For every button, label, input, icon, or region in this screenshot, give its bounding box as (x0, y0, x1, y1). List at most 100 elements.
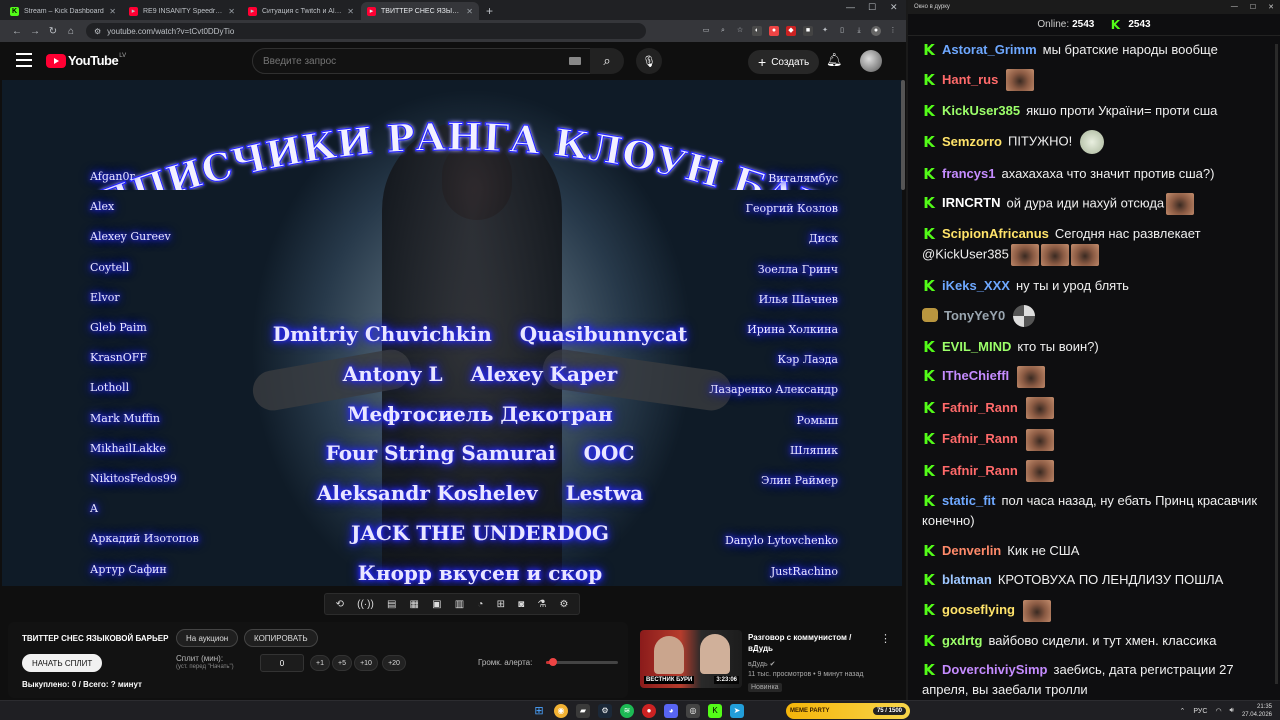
meme-party-widget[interactable]: MEME PARTY 75 / 1500 (786, 703, 910, 719)
add-10-button[interactable]: +10 (354, 655, 378, 671)
chat-username[interactable]: Denverlin (942, 543, 1001, 558)
menu-icon[interactable] (16, 53, 32, 67)
page-scrollbar[interactable] (901, 80, 905, 190)
chat-username[interactable]: Fafnir_Rann (942, 431, 1018, 446)
add-clip-icon[interactable]: ⊞ (497, 599, 505, 610)
tray-chevron-icon[interactable]: ⌃ (1180, 707, 1186, 715)
search-button[interactable]: ⌕ (590, 48, 624, 74)
chat-username[interactable]: static_fit (942, 493, 995, 508)
loop-icon[interactable]: ⟲ (336, 599, 344, 610)
adblock-icon[interactable]: ● (769, 26, 779, 36)
cast-icon[interactable]: ▭ (701, 26, 711, 36)
menu-dots-icon[interactable]: ⋮ (888, 26, 898, 36)
sidebar-icon[interactable]: ▯ (837, 26, 847, 36)
obs-icon[interactable]: ◎ (686, 704, 700, 718)
spotify-icon[interactable]: ≋ (620, 704, 634, 718)
voice-search-button[interactable]: 🎙︎ (636, 48, 662, 74)
recommended-channel[interactable]: вДудь ✔︎ (748, 660, 775, 668)
chat-username[interactable]: Fafnir_Rann (942, 463, 1018, 478)
copy-button[interactable]: КОПИРОВАТЬ (244, 629, 318, 647)
film-icon[interactable]: ▦ (410, 599, 419, 610)
chat-username[interactable]: Hant_rus (942, 72, 998, 87)
kick-app-icon[interactable]: K (708, 704, 722, 718)
camera-list-icon[interactable]: ▤ (387, 599, 396, 610)
split-minutes-input[interactable] (260, 654, 304, 672)
chat-username[interactable]: KickUser385 (942, 103, 1020, 118)
chat-username[interactable]: EVIL_MIND (942, 339, 1011, 354)
extension-counter-icon[interactable]: ■ (803, 26, 813, 36)
settings-icon[interactable]: ⚙ (559, 599, 568, 610)
close-tab-icon[interactable]: ✕ (109, 7, 116, 16)
browser-tab[interactable]: ▸ ТВИТТЕР СНЕС ЯЗЫКОВОЙ БА... ✕ (361, 2, 479, 20)
chat-username[interactable]: Astorat_Grimm (942, 42, 1037, 57)
chat-username[interactable]: ScipionAfricanus (942, 226, 1049, 241)
chat-username[interactable]: Semzorro (942, 134, 1002, 149)
back-icon[interactable]: ← (8, 26, 26, 37)
home-icon[interactable]: ⌂ (62, 26, 80, 37)
avatar[interactable] (860, 50, 882, 72)
close-tab-icon[interactable]: ✕ (228, 7, 235, 16)
chat-username[interactable]: Fafnir_Rann (942, 400, 1018, 415)
explorer-icon[interactable]: ▰ (576, 704, 590, 718)
telegram-icon[interactable]: ➤ (730, 704, 744, 718)
keyboard-icon[interactable] (569, 57, 581, 65)
new-tab-icon[interactable]: + (486, 2, 493, 20)
close-tab-icon[interactable]: ✕ (347, 7, 354, 16)
chat-username[interactable]: DoverchiviySimp (942, 662, 1048, 677)
chat-username[interactable]: IRNCRTN (942, 195, 1001, 210)
chat-username[interactable]: gooseflying (942, 602, 1015, 617)
chat-username[interactable]: blatman (942, 572, 992, 587)
broadcast-icon[interactable]: ((·)) (357, 599, 374, 610)
chat-maximize-icon[interactable]: ☐ (1250, 3, 1256, 11)
more-options-icon[interactable]: ⋮ (880, 632, 891, 645)
start-split-button[interactable]: НАЧАТЬ СПЛИТ (22, 654, 103, 672)
frames-icon[interactable]: ▥ (455, 599, 464, 610)
keyboard-language[interactable]: РУС (1193, 708, 1207, 715)
flask-icon[interactable]: ⚗ (537, 599, 546, 610)
chat-username[interactable]: ITheChieffI (942, 368, 1009, 383)
chat-username[interactable]: gxdrtg (942, 633, 982, 648)
puzzle-icon[interactable]: ✦ (820, 26, 830, 36)
chat-minimize-icon[interactable]: — (1231, 3, 1238, 11)
alert-volume-knob[interactable] (549, 658, 558, 666)
reload-icon[interactable]: ↻ (44, 26, 62, 37)
wifi-icon[interactable]: ◠ (1215, 707, 1221, 715)
chat-username[interactable]: TonyYeY0 (944, 308, 1005, 323)
extension-red-icon[interactable]: ◆ (786, 26, 796, 36)
notifications-bell-icon[interactable]: 🔔︎ (826, 52, 843, 68)
site-info-icon[interactable]: ⚙ (94, 27, 101, 36)
close-window-icon[interactable]: ✕ (890, 2, 898, 13)
add-1-button[interactable]: +1 (310, 655, 330, 671)
video-player[interactable]: ПОДПИСЧИКИ РАНГА КЛОУН БАГГИ Afgan0r Alex… (2, 80, 902, 586)
forward-icon[interactable]: → (26, 26, 44, 37)
steam-icon[interactable]: ⚙ (598, 704, 612, 718)
create-button[interactable]: + Создать (748, 50, 820, 74)
browser-tab[interactable]: ▸ RE9 INSANITY Speedrun in 5:3... ✕ (123, 2, 241, 20)
add-20-button[interactable]: +20 (382, 655, 406, 671)
recommended-title[interactable]: Разговор с коммунистом / вДудь (748, 632, 872, 654)
app-red-icon[interactable]: ● (642, 704, 656, 718)
chat-close-icon[interactable]: ✕ (1268, 3, 1274, 11)
auction-button[interactable]: На аукцион (176, 629, 239, 647)
chat-username[interactable]: iKeks_XXX (942, 278, 1010, 293)
screenshot-icon[interactable]: ◙ (518, 599, 524, 610)
url-field[interactable]: ⚙ youtube.com/watch?v=tCvt0DDyTio (86, 23, 646, 39)
maximize-icon[interactable]: ☐ (868, 2, 876, 13)
search-input[interactable] (263, 55, 569, 67)
browser-tab[interactable]: K Stream – Kick Dashboard ✕ (4, 2, 122, 20)
youtube-logo[interactable]: YouTube LV (46, 53, 126, 68)
browser-tab[interactable]: ▸ Ситуация с Twitch и Alabyrol... ✕ (242, 2, 360, 20)
discord-icon[interactable]: ◕ (664, 704, 678, 718)
download-icon[interactable]: ⤓ (854, 26, 864, 36)
profile-icon[interactable]: ● (871, 26, 881, 36)
start-icon[interactable]: ⊞ (532, 704, 546, 718)
chat-username[interactable]: francys1 (942, 166, 995, 181)
zoom-icon[interactable]: ⌕ (718, 26, 728, 36)
add-5-button[interactable]: +5 (332, 655, 352, 671)
recommended-thumbnail[interactable]: ВЕСТНИК БУРИ 3:23:06 (640, 630, 742, 688)
chat-scrollbar[interactable] (1275, 44, 1278, 684)
picture-in-picture-icon[interactable]: ▣ (432, 599, 441, 610)
minimize-icon[interactable]: — (846, 2, 855, 12)
extension-icon[interactable]: ◐ (752, 26, 762, 36)
alert-volume-slider[interactable] (546, 658, 618, 666)
